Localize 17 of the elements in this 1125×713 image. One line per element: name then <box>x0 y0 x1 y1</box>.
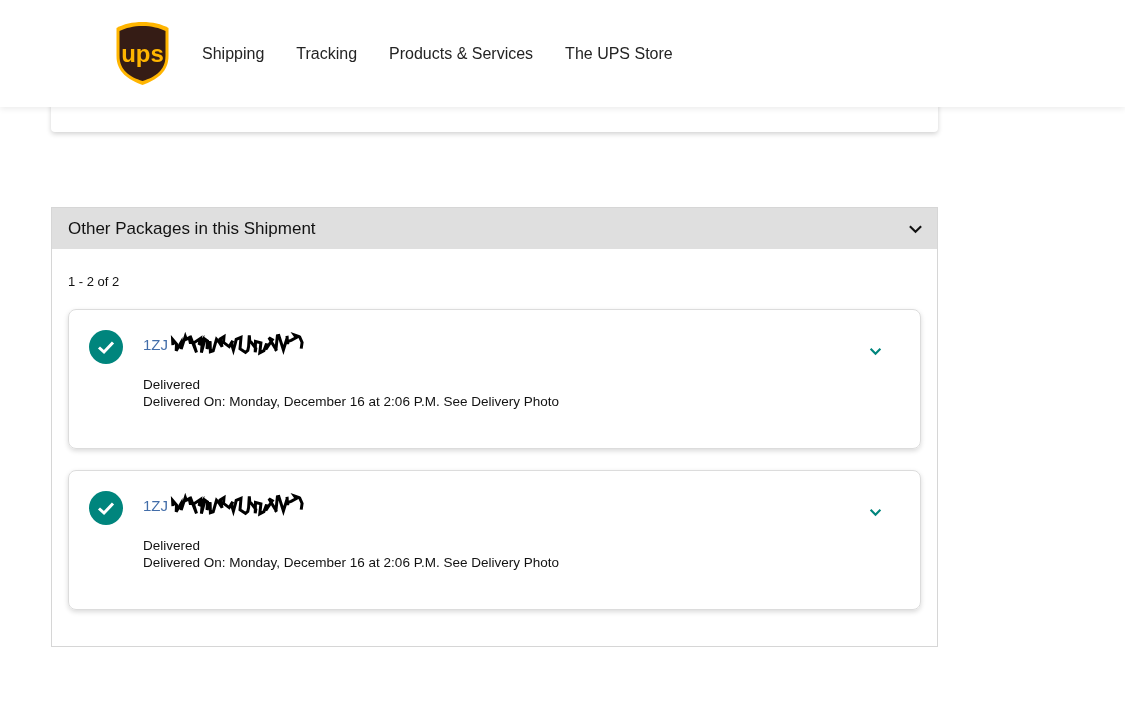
section-title: Other Packages in this Shipment <box>68 218 316 239</box>
nav-link[interactable]: Tracking <box>296 44 358 63</box>
section-header[interactable]: Other Packages in this Shipment <box>52 208 937 249</box>
nav-link[interactable]: Shipping <box>202 44 265 63</box>
ups-logo[interactable]: ups <box>114 20 171 86</box>
result-count: 1 - 2 of 2 <box>68 274 121 289</box>
nav-link[interactable]: The UPS Store <box>565 44 673 63</box>
check-icon <box>89 491 123 525</box>
check-icon <box>89 330 123 364</box>
delivery-detail: Delivered On: Monday, December 16 at 2:06 P.M. See Delivery Photo <box>143 555 560 570</box>
tracking-number-link[interactable]: 1ZJ <box>143 496 168 514</box>
tracking-number-link[interactable]: 1ZJ <box>143 335 168 353</box>
chevron-icon[interactable] <box>908 223 923 234</box>
delivery-status: Delivered <box>143 377 202 392</box>
delivery-status: Delivered <box>143 538 202 553</box>
nav-link[interactable]: Products & Services <box>389 44 534 63</box>
delivery-detail: Delivered On: Monday, December 16 at 2:06 P.M. See Delivery Photo <box>143 394 560 409</box>
